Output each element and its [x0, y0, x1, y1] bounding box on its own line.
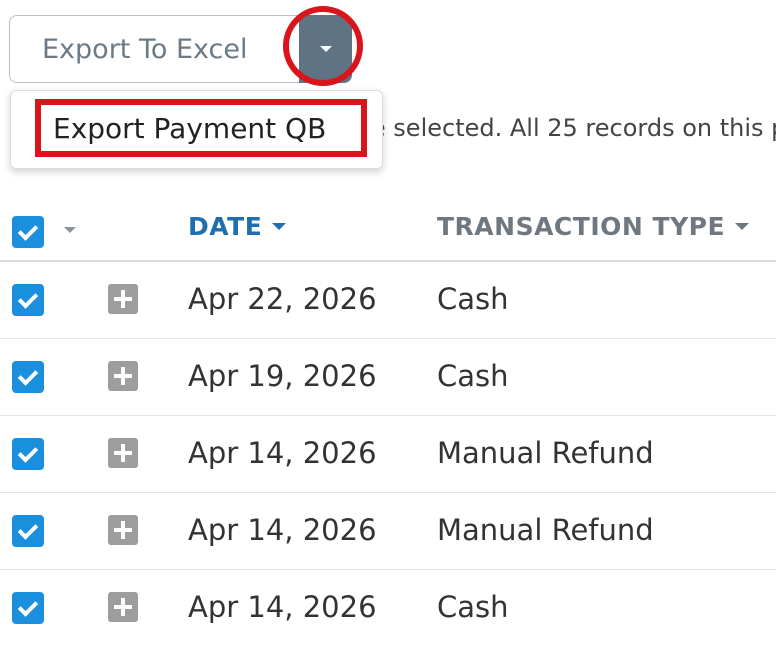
- caret-down-icon: [319, 46, 332, 52]
- menu-item-export-payment-qb[interactable]: Export Payment QB: [35, 99, 367, 157]
- expand-plus-icon[interactable]: [108, 438, 138, 468]
- expand-plus-icon[interactable]: [108, 592, 138, 622]
- row-checkbox[interactable]: [12, 284, 44, 316]
- cell-transaction-type: Cash: [437, 359, 509, 393]
- cell-transaction-type: Cash: [437, 590, 509, 624]
- expand-plus-icon[interactable]: [108, 515, 138, 545]
- table-row: Apr 22, 2026 Cash: [0, 262, 776, 339]
- cell-date: Apr 14, 2026: [188, 436, 377, 470]
- table-row: Apr 14, 2026 Cash: [0, 570, 776, 646]
- export-to-excel-button[interactable]: Export To Excel: [9, 15, 299, 83]
- column-header-date[interactable]: DATE: [188, 212, 287, 241]
- checkmark-icon: [17, 219, 39, 241]
- table-row: Apr 19, 2026 Cash: [0, 339, 776, 416]
- cell-date: Apr 14, 2026: [188, 513, 377, 547]
- cell-transaction-type: Manual Refund: [437, 513, 654, 547]
- checkmark-icon: [17, 595, 39, 617]
- sort-caret-icon: [735, 223, 750, 230]
- checkmark-icon: [17, 287, 39, 309]
- column-header-date-label: DATE: [188, 212, 263, 241]
- select-options-caret-icon[interactable]: [64, 227, 76, 233]
- cell-date: Apr 19, 2026: [188, 359, 377, 393]
- table-row: Apr 14, 2026 Manual Refund: [0, 416, 776, 493]
- transactions-table: DATE TRANSACTION TYPE Apr 22, 2026 Cash …: [0, 200, 776, 646]
- checkmark-icon: [17, 364, 39, 386]
- cell-date: Apr 14, 2026: [188, 590, 377, 624]
- column-header-transaction-type[interactable]: TRANSACTION TYPE: [437, 212, 750, 241]
- sort-caret-icon: [272, 223, 287, 230]
- select-all-checkbox[interactable]: [12, 216, 44, 248]
- row-checkbox[interactable]: [12, 361, 44, 393]
- checkmark-icon: [17, 518, 39, 540]
- checkmark-icon: [17, 441, 39, 463]
- cell-transaction-type: Cash: [437, 282, 509, 316]
- row-checkbox[interactable]: [12, 592, 44, 624]
- expand-plus-icon[interactable]: [108, 361, 138, 391]
- column-header-type-label: TRANSACTION TYPE: [437, 212, 726, 241]
- row-checkbox[interactable]: [12, 515, 44, 547]
- export-dropdown-toggle[interactable]: [299, 15, 352, 83]
- row-checkbox[interactable]: [12, 438, 44, 470]
- table-row: Apr 14, 2026 Manual Refund: [0, 493, 776, 570]
- cell-date: Apr 22, 2026: [188, 282, 377, 316]
- export-split-button: Export To Excel: [9, 15, 352, 83]
- cell-transaction-type: Manual Refund: [437, 436, 654, 470]
- export-dropdown-menu: Export Payment QB: [10, 90, 383, 169]
- table-header-row: DATE TRANSACTION TYPE: [0, 200, 776, 262]
- expand-plus-icon[interactable]: [108, 284, 138, 314]
